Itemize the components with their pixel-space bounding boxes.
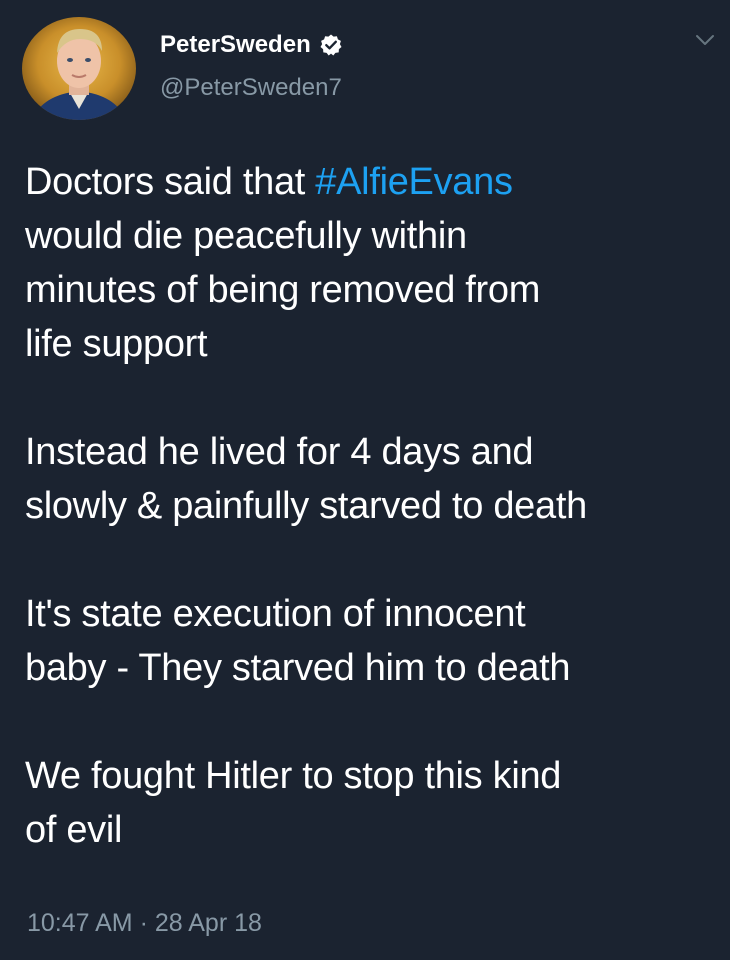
tweet-line: Instead he lived for 4 days and [25,431,534,473]
timestamp-separator: · [139,909,148,937]
tweet-line: slowly & painfully starved to death [25,485,587,527]
hashtag-link[interactable]: #AlfieEvans [315,161,513,203]
chevron-down-icon[interactable] [693,30,717,50]
tweet-paragraph: Instead he lived for 4 days and slowly &… [25,425,715,533]
tweet-date[interactable]: 28 Apr 18 [155,909,262,937]
verified-badge-icon [320,34,342,56]
author-name-row[interactable]: PeterSweden [160,28,343,62]
display-name[interactable]: PeterSweden [160,31,311,59]
tweet-line: baby - They starved him to death [25,647,571,689]
tweet-paragraph: It's state execution of innocent baby - … [25,587,715,695]
tweet-card: PeterSweden @PeterSweden7 Doctors said t… [0,0,730,960]
tweet-text-segment: Doctors said that [25,161,316,203]
tweet-time[interactable]: 10:47 AM [27,909,133,937]
tweet-line: minutes of being removed from [25,269,541,311]
tweet-line: It's state execution of innocent [25,593,526,635]
avatar[interactable] [22,17,136,120]
tweet-line: would die peacefully within [25,215,467,257]
tweet-text: Doctors said that #AlfieEvans would die … [25,155,715,857]
user-handle[interactable]: @PeterSweden7 [160,72,342,104]
tweet-line: We fought Hitler to stop this kind [25,755,562,797]
tweet-paragraph: Doctors said that #AlfieEvans would die … [25,155,715,371]
tweet-paragraph: We fought Hitler to stop this kind of ev… [25,749,715,857]
tweet-timestamp[interactable]: 10:47 AM · 28 Apr 18 [27,906,262,940]
tweet-line: of evil [25,809,123,851]
avatar-image [22,17,136,120]
tweet-line: life support [25,323,208,365]
tweet-line: Doctors said that #AlfieEvans [25,155,715,209]
